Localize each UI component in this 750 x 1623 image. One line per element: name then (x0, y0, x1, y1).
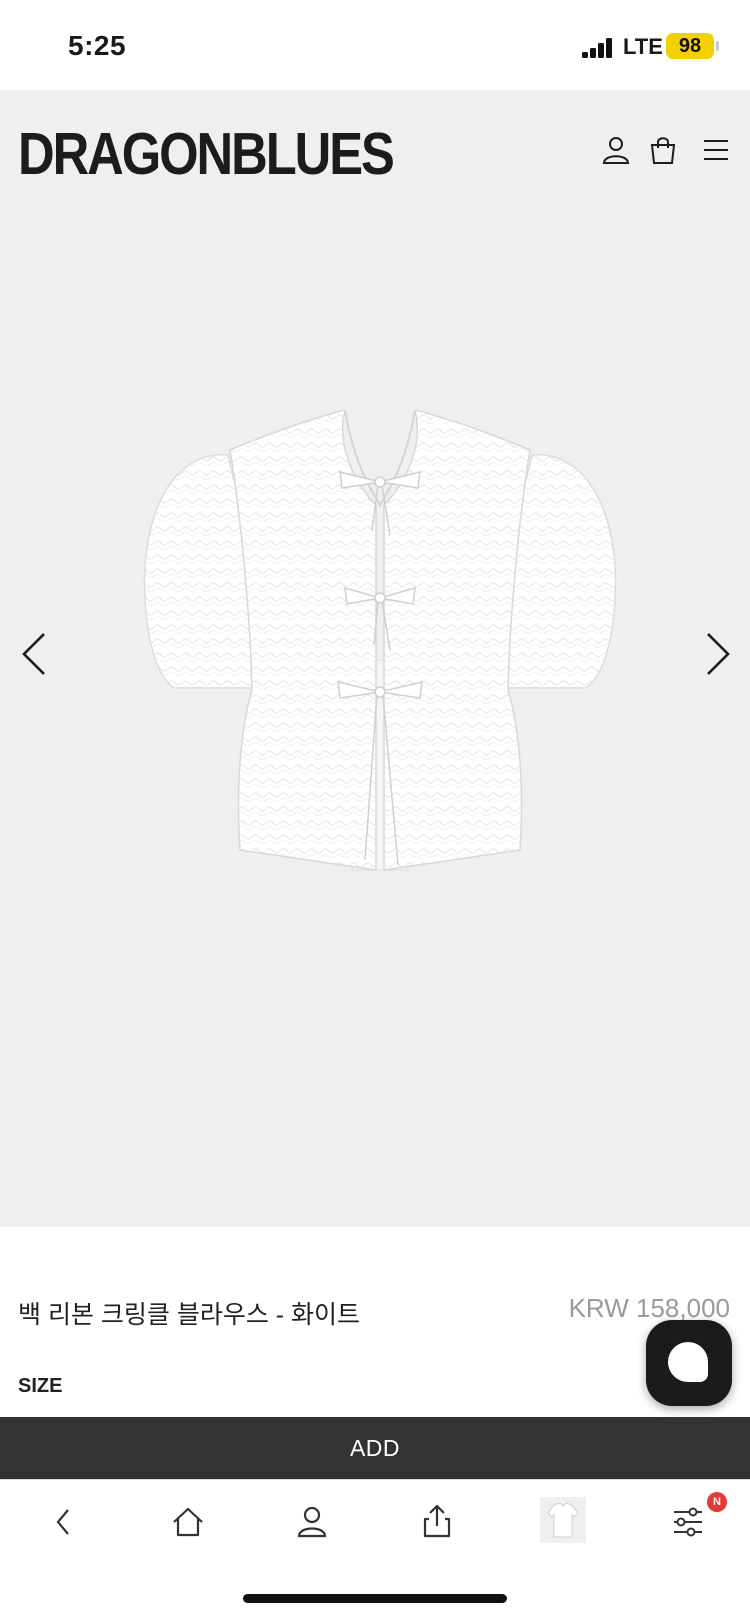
site-header: DRAGONBLUES (0, 90, 750, 210)
home-indicator (243, 1594, 507, 1603)
shopping-bag-icon[interactable] (647, 134, 679, 166)
product-gallery[interactable] (0, 210, 750, 1227)
product-image[interactable] (140, 408, 620, 910)
add-button[interactable]: ADD (0, 1417, 750, 1479)
home-icon[interactable] (166, 1500, 210, 1544)
battery-level: 98 (666, 33, 714, 59)
chat-button[interactable] (646, 1320, 732, 1406)
network-label: LTE (623, 34, 663, 59)
chevron-right-icon[interactable] (700, 630, 736, 678)
battery-tip (716, 41, 719, 51)
chat-bubble-icon (668, 1342, 708, 1382)
menu-icon[interactable] (700, 134, 732, 166)
brand-logo[interactable]: DRAGONBLUES (18, 120, 395, 188)
user-icon[interactable] (600, 134, 632, 166)
page: 5:25 LTE 98 DRAGONBLUES 백 리본 크링클 블라우스 - … (0, 0, 750, 1623)
product-info: 백 리본 크링클 블라우스 - 화이트 KRW 158,000 SIZE (0, 1227, 750, 1417)
size-label: SIZE (18, 1375, 63, 1397)
status-bar: 5:25 LTE 98 (0, 0, 750, 90)
add-button-label: ADD (349, 1434, 401, 1461)
back-icon[interactable] (42, 1500, 86, 1544)
product-thumbnail[interactable] (540, 1497, 586, 1543)
status-time: 5:25 (68, 30, 127, 61)
notification-badge: N (707, 1492, 727, 1512)
bottom-nav: N (0, 1479, 750, 1623)
signal-icon (582, 38, 614, 58)
settings-icon[interactable] (666, 1500, 710, 1544)
chevron-left-icon[interactable] (18, 630, 54, 678)
profile-icon[interactable] (290, 1500, 334, 1544)
product-name: 백 리본 크링클 블라우스 - 화이트 (18, 1301, 361, 1329)
share-icon[interactable] (415, 1500, 459, 1544)
